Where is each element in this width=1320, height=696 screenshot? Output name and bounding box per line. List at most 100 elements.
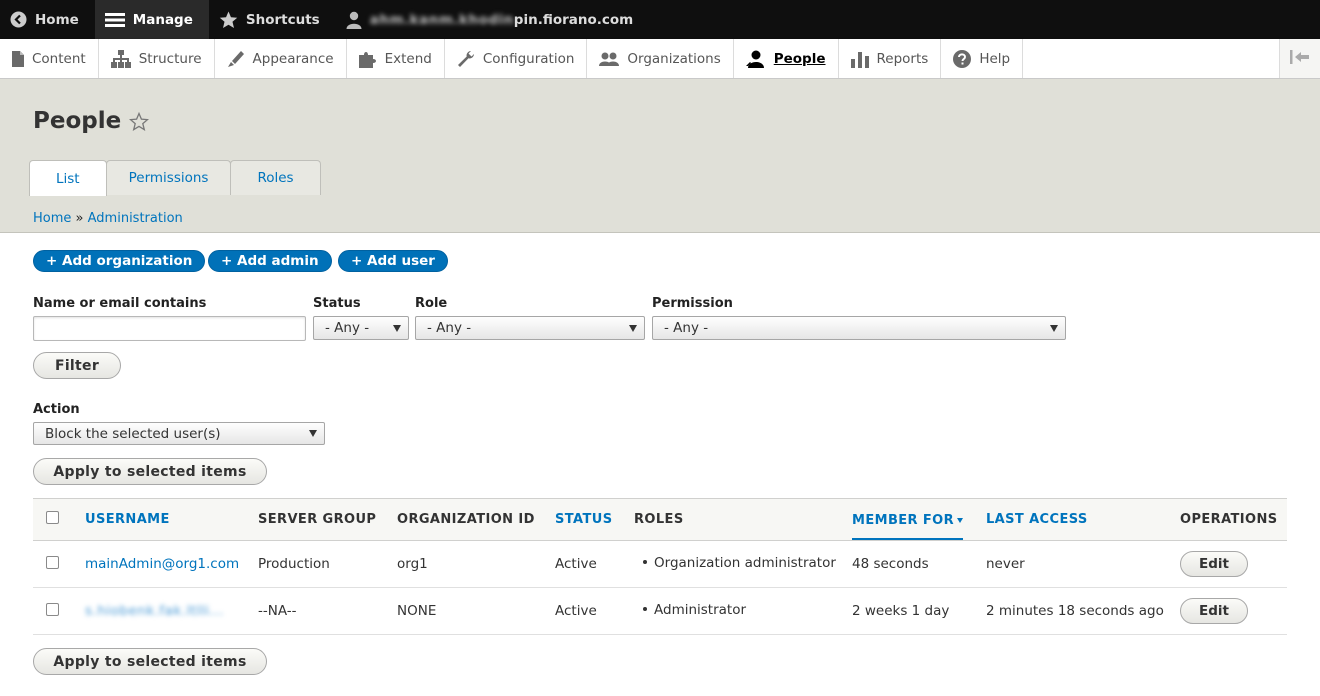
admin-toolbar: Home Manage Shortcuts ahm.kanm.khodinpin… bbox=[0, 0, 1320, 39]
role-item: Organization administrator bbox=[654, 555, 836, 571]
permission-select[interactable]: - Any - bbox=[652, 316, 1066, 340]
tab-roles[interactable]: Roles bbox=[230, 160, 321, 195]
row-checkbox[interactable] bbox=[46, 602, 59, 616]
col-operations: OPERATIONS bbox=[1180, 512, 1278, 527]
action-select-value: Block the selected user(s) bbox=[45, 425, 221, 442]
organization-id-cell: org1 bbox=[397, 556, 428, 572]
last-access-cell: 2 minutes 18 seconds ago bbox=[986, 603, 1164, 619]
page-header: People List Permissions Roles bbox=[0, 79, 1320, 233]
group-icon bbox=[599, 51, 620, 67]
add-admin-button[interactable]: + Add admin bbox=[208, 250, 332, 272]
add-user-button[interactable]: + Add user bbox=[338, 250, 448, 272]
tray-configuration[interactable]: Configuration bbox=[445, 39, 588, 78]
star-icon bbox=[219, 10, 238, 29]
breadcrumb-separator: » bbox=[75, 211, 84, 226]
tray-content[interactable]: Content bbox=[0, 39, 99, 78]
toolbar-home-label: Home bbox=[35, 11, 79, 28]
role-item: Administrator bbox=[654, 602, 747, 618]
question-icon bbox=[953, 49, 972, 68]
server-group-cell: Production bbox=[258, 556, 330, 572]
tray-structure-label: Structure bbox=[138, 50, 202, 67]
file-icon bbox=[12, 50, 24, 67]
member-for-sorted-cell: MEMBER FOR bbox=[852, 502, 964, 540]
tray-organizations-label: Organizations bbox=[627, 50, 721, 67]
col-roles: ROLES bbox=[634, 512, 684, 527]
puzzle-icon bbox=[358, 50, 377, 68]
col-username[interactable]: USERNAME bbox=[85, 499, 258, 541]
breadcrumb-administration[interactable]: Administration bbox=[88, 211, 183, 226]
apply-selected-top-button[interactable]: Apply to selected items bbox=[33, 458, 267, 485]
last-access-cell: never bbox=[986, 556, 1025, 572]
add-organization-button[interactable]: + Add organization bbox=[33, 250, 206, 272]
permission-select-value: - Any - bbox=[664, 320, 709, 336]
tray-extend-label: Extend bbox=[384, 50, 432, 67]
tab-list[interactable]: List bbox=[29, 160, 107, 196]
role-select[interactable]: - Any - bbox=[415, 316, 645, 340]
toolbar-manage[interactable]: Manage bbox=[94, 0, 209, 39]
user-icon bbox=[346, 11, 362, 29]
back-circle-icon bbox=[10, 11, 27, 28]
tray-people[interactable]: People bbox=[734, 39, 839, 78]
tray-extend[interactable]: Extend bbox=[347, 39, 445, 78]
col-organization-id: ORGANIZATION ID bbox=[397, 512, 535, 527]
tray-structure[interactable]: Structure bbox=[99, 39, 215, 78]
organization-id-cell: NONE bbox=[397, 603, 437, 619]
table-row: s.hiobenk.fak.ltlli... --NA-- NONE Activ… bbox=[33, 588, 1287, 635]
bullet-icon bbox=[643, 560, 647, 564]
edit-button[interactable]: Edit bbox=[1180, 598, 1248, 624]
bar-chart-icon bbox=[850, 50, 869, 68]
toolbar-shortcuts[interactable]: Shortcuts bbox=[209, 0, 336, 39]
apply-selected-bottom-button[interactable]: Apply to selected items bbox=[33, 648, 267, 675]
collapse-left-icon bbox=[1290, 49, 1310, 68]
toolbar-tray: Content Structure Appearance Extend Conf… bbox=[0, 39, 1320, 79]
username-link[interactable]: s.hiobenk.fak.ltlli... bbox=[85, 603, 224, 619]
action-select[interactable]: Block the selected user(s) bbox=[33, 422, 325, 445]
people-table: USERNAME SERVER GROUP ORGANIZATION ID ST… bbox=[33, 498, 1287, 635]
col-member-for-label: MEMBER FOR bbox=[852, 513, 955, 528]
operations-cell: Edit bbox=[1180, 588, 1287, 635]
hamburger-icon bbox=[104, 12, 125, 28]
tray-appearance[interactable]: Appearance bbox=[215, 39, 347, 78]
toolbar-manage-label: Manage bbox=[132, 11, 193, 28]
tray-people-label: People bbox=[773, 50, 826, 67]
toolbar-user[interactable]: ahm.kanm.khodinpin.fiorano.com bbox=[336, 0, 650, 39]
table-row: mainAdmin@org1.com Production org1 Activ… bbox=[33, 541, 1287, 588]
caret-down-icon bbox=[629, 325, 637, 332]
username-cell: s.hiobenk.fak.ltlli... bbox=[85, 588, 258, 635]
page-title-text: People bbox=[33, 108, 122, 134]
status-select[interactable]: - Any - bbox=[313, 316, 409, 340]
toolbar-shortcuts-label: Shortcuts bbox=[245, 11, 320, 28]
edit-button[interactable]: Edit bbox=[1180, 551, 1248, 577]
tray-organizations[interactable]: Organizations bbox=[587, 39, 734, 78]
select-all-checkbox[interactable] bbox=[46, 511, 59, 524]
tray-appearance-label: Appearance bbox=[252, 50, 334, 67]
shortcut-star-icon[interactable] bbox=[129, 111, 150, 131]
permission-filter-label: Permission bbox=[652, 296, 733, 311]
wrench-icon bbox=[457, 50, 475, 68]
col-last-access[interactable]: LAST ACCESS bbox=[986, 499, 1180, 541]
filter-button[interactable]: Filter bbox=[33, 352, 121, 379]
roles-cell: Administrator bbox=[634, 588, 852, 635]
name-email-input[interactable] bbox=[33, 316, 306, 341]
action-label: Action bbox=[33, 402, 80, 417]
row-checkbox[interactable] bbox=[46, 555, 59, 569]
toolbar-user-masked: ahm.kanm.khodin bbox=[369, 11, 514, 28]
tray-content-label: Content bbox=[32, 50, 86, 67]
tray-reports[interactable]: Reports bbox=[839, 39, 942, 78]
col-status[interactable]: STATUS bbox=[555, 499, 634, 541]
tray-help[interactable]: Help bbox=[941, 39, 1024, 78]
toolbar-user-domain: pin.fiorano.com bbox=[513, 11, 634, 28]
member-for-cell: 2 weeks 1 day bbox=[852, 603, 950, 619]
username-link[interactable]: mainAdmin@org1.com bbox=[85, 556, 239, 572]
col-server-group: SERVER GROUP bbox=[258, 512, 377, 527]
sitemap-icon bbox=[110, 49, 131, 68]
col-member-for[interactable]: MEMBER FOR bbox=[852, 499, 986, 541]
tab-permissions[interactable]: Permissions bbox=[105, 160, 232, 195]
primary-tabs: List Permissions Roles bbox=[29, 160, 321, 196]
toolbar-home[interactable]: Home bbox=[0, 0, 95, 39]
roles-cell: Organization administrator bbox=[634, 541, 852, 588]
breadcrumb-home[interactable]: Home bbox=[33, 211, 71, 226]
tray-help-label: Help bbox=[979, 50, 1011, 67]
toolbar-user-label: ahm.kanm.khodinpin.fiorano.com bbox=[370, 12, 634, 28]
tray-orientation-toggle[interactable] bbox=[1279, 39, 1320, 78]
